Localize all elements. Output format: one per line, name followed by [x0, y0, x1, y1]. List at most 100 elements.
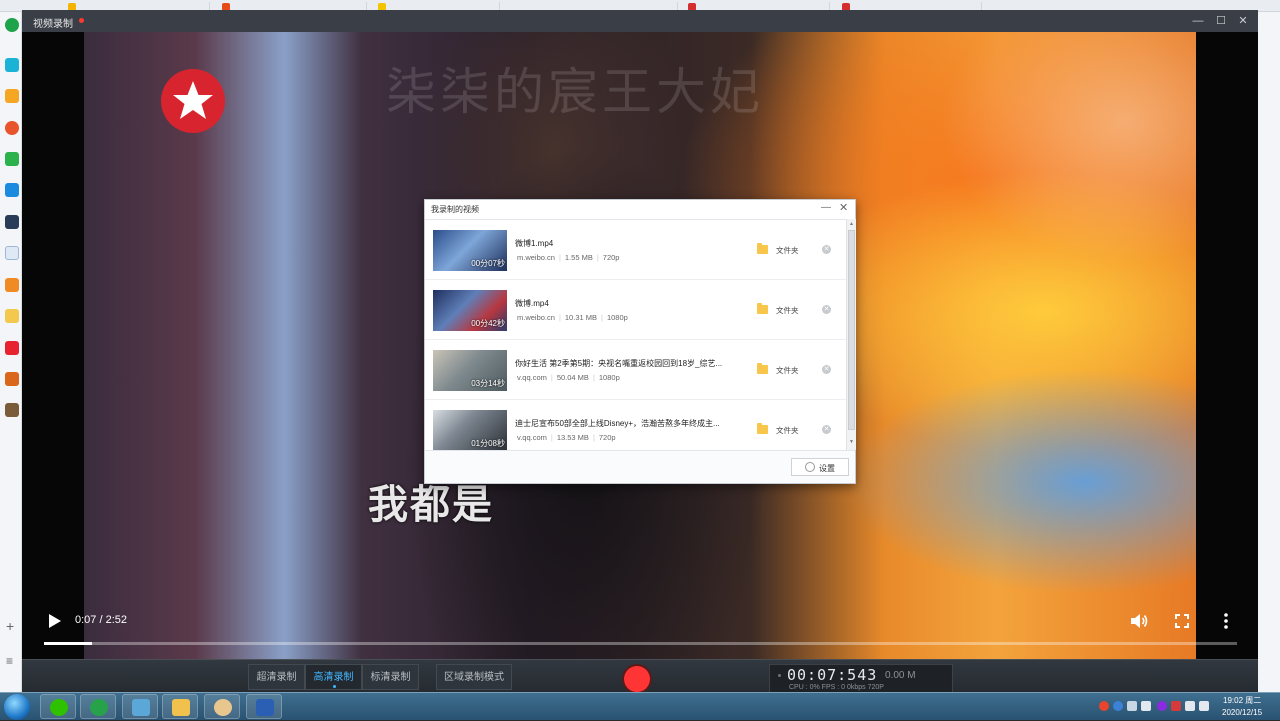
recorder-control-bar: 超清录制 高清录制 标清录制 区域录制模式 00:07:543 0.00 M C…: [22, 659, 1258, 694]
taskbar-app[interactable]: [122, 694, 158, 719]
settings-button[interactable]: 设置: [791, 458, 849, 476]
play-icon[interactable]: [48, 613, 62, 629]
tray-help-icon[interactable]: [1113, 701, 1123, 711]
delete-recording-icon[interactable]: ✕: [822, 245, 831, 254]
clock-date[interactable]: 2020/12/15: [1222, 708, 1262, 717]
tray-network-icon[interactable]: [1185, 701, 1195, 711]
recording-filename: 你好生活 第2季第5期：央视名嘴重返校园回到18岁_综艺...: [515, 359, 723, 368]
recording-indicator-icon: [79, 18, 84, 23]
close-button[interactable]: ✕: [1236, 14, 1250, 28]
recordings-list: 00分07秒 微博1.mp4 m.weibo.cn | 1.55 MB | 720p 文…: [425, 219, 846, 450]
taskbar: 19:02 周二 2020/12/15: [0, 692, 1280, 720]
more-options-icon[interactable]: [1223, 613, 1229, 629]
recording-filename: 迪士尼宣布50部全部上线Disney+，浩瀚苦熬多年终成主...: [515, 419, 720, 428]
video-progress-bar[interactable]: [44, 642, 1237, 645]
sidebar-doc-icon[interactable]: [5, 246, 19, 260]
delete-recording-icon[interactable]: ✕: [822, 425, 831, 434]
quality-option-super[interactable]: 超清录制: [248, 664, 305, 690]
video-watermark: 柒柒的宸王大妃: [386, 63, 764, 121]
dialog-close-button[interactable]: ✕: [839, 201, 848, 214]
sidebar-app-icon[interactable]: [5, 278, 19, 292]
scrollbar-thumb[interactable]: [848, 230, 855, 430]
taskbar-browser[interactable]: [80, 694, 116, 719]
browser-icon: [90, 699, 108, 716]
sidebar-app-icon[interactable]: [5, 215, 19, 229]
sidebar-star-icon[interactable]: [5, 89, 19, 103]
recording-meta: v.qq.com | 13.53 MB | 720p: [517, 433, 616, 442]
recording-file-size: 0.00 M: [885, 670, 916, 681]
list-item[interactable]: 01分08秒 迪士尼宣布50部全部上线Disney+，浩瀚苦熬多年终成主... …: [425, 400, 846, 450]
app-icon: [214, 699, 232, 716]
dialog-footer: 设置: [425, 450, 855, 483]
sidebar-app-icon[interactable]: [5, 183, 19, 197]
record-button[interactable]: [624, 666, 650, 692]
delete-recording-icon[interactable]: ✕: [822, 305, 831, 314]
scroll-down-icon[interactable]: ▼: [849, 439, 854, 445]
recording-filename: 微博.mp4: [515, 299, 549, 308]
video-thumbnail[interactable]: 00分07秒: [433, 230, 507, 271]
scroll-up-icon[interactable]: ▲: [849, 221, 854, 227]
title-bar: 视频录制 — ☐ ✕: [22, 10, 1258, 32]
sidebar-app-icon[interactable]: [5, 58, 19, 72]
dialog-minimize-button[interactable]: —: [821, 202, 831, 213]
folder-icon: [757, 303, 768, 314]
recording-timer-panel: 00:07:543 0.00 M CPU : 0% FPS : 0 0kbps …: [769, 664, 953, 694]
sidebar-app-icon[interactable]: [5, 372, 19, 386]
open-folder-button[interactable]: 文件夹: [757, 363, 807, 378]
recordings-dialog: 我录制的视频 — ✕ 00分07秒 微博1.mp4 m.weibo.cn | 1.5…: [424, 199, 856, 484]
open-folder-button[interactable]: 文件夹: [757, 303, 807, 318]
video-thumbnail[interactable]: 00分42秒: [433, 290, 507, 331]
open-folder-button[interactable]: 文件夹: [757, 423, 807, 438]
tray-app-icon[interactable]: [1127, 701, 1137, 711]
sidebar-mail-icon[interactable]: [5, 152, 19, 166]
video-thumbnail[interactable]: 03分14秒: [433, 350, 507, 391]
recording-meta: v.qq.com | 50.04 MB | 1080p: [517, 373, 620, 382]
folder-icon: [757, 363, 768, 374]
recording-meta: m.weibo.cn | 1.55 MB | 720p: [517, 253, 620, 262]
sidebar-menu-icon[interactable]: ≡: [6, 654, 13, 668]
channel-logo-icon: [161, 69, 225, 133]
list-item[interactable]: 03分14秒 你好生活 第2季第5期：央视名嘴重返校园回到18岁_综艺... v…: [425, 340, 846, 400]
time-display: 0:07 / 2:52: [75, 614, 127, 626]
tray-app-icon[interactable]: [1171, 701, 1181, 711]
taskbar-app[interactable]: [204, 694, 240, 719]
sidebar-add-icon[interactable]: +: [6, 619, 14, 633]
thumbnail-duration: 01分08秒: [471, 439, 505, 448]
sidebar-app-icon[interactable]: [5, 341, 19, 355]
gear-icon: [805, 462, 815, 472]
wechat-icon: [50, 699, 68, 716]
taskbar-wechat[interactable]: [40, 694, 76, 719]
folder-icon: [172, 699, 190, 716]
quality-option-high[interactable]: 高清录制: [305, 664, 362, 690]
tray-volume-icon[interactable]: [1199, 701, 1209, 711]
list-item[interactable]: 00分07秒 微博1.mp4 m.weibo.cn | 1.55 MB | 720p 文…: [425, 220, 846, 280]
recordings-scrollbar[interactable]: ▲ ▼: [846, 219, 856, 450]
clock-time[interactable]: 19:02 周二: [1223, 695, 1261, 706]
tray-app-icon[interactable]: [1157, 701, 1167, 711]
sidebar-app-icon[interactable]: [5, 403, 19, 417]
start-button[interactable]: [4, 694, 30, 720]
video-thumbnail[interactable]: 01分08秒: [433, 410, 507, 450]
volume-icon[interactable]: [1130, 612, 1148, 630]
recording-stats: CPU : 0% FPS : 0 0kbps 720P: [789, 684, 884, 691]
taskbar-explorer[interactable]: [162, 694, 198, 719]
fullscreen-icon[interactable]: [1175, 614, 1189, 628]
thumbnail-duration: 00分07秒: [471, 259, 505, 268]
open-folder-button[interactable]: 文件夹: [757, 243, 807, 258]
browser-sidebar: + ≡: [0, 12, 22, 692]
minimize-button[interactable]: —: [1191, 14, 1205, 28]
taskbar-word[interactable]: [246, 694, 282, 719]
quality-option-standard[interactable]: 标清录制: [362, 664, 419, 690]
browser-logo-icon[interactable]: [5, 18, 19, 32]
list-item[interactable]: 00分42秒 微博.mp4 m.weibo.cn | 10.31 MB | 1080p …: [425, 280, 846, 340]
tray-app-icon[interactable]: [1141, 701, 1151, 711]
delete-recording-icon[interactable]: ✕: [822, 365, 831, 374]
recording-meta: m.weibo.cn | 10.31 MB | 1080p: [517, 313, 628, 322]
tray-app-icon[interactable]: [1099, 701, 1109, 711]
app-icon: [132, 699, 150, 716]
sidebar-app-icon[interactable]: [5, 309, 19, 323]
sidebar-weibo-icon[interactable]: [5, 121, 19, 135]
thumbnail-duration: 00分42秒: [471, 319, 505, 328]
region-record-mode-button[interactable]: 区域录制模式: [436, 664, 512, 690]
maximize-button[interactable]: ☐: [1214, 14, 1228, 28]
